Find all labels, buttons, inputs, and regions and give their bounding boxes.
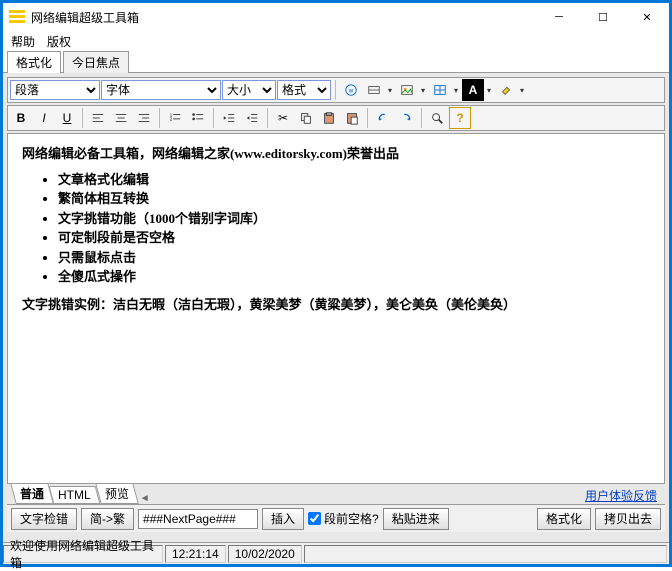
- bottom-toolbar: 文字检错 简->繁 插入 段前空格? 粘贴进来 格式化 拷贝出去: [7, 504, 665, 532]
- menu-copyright[interactable]: 版权: [47, 33, 71, 50]
- menubar: 帮助 版权: [3, 31, 669, 51]
- formatize-button[interactable]: 格式化: [537, 508, 591, 530]
- subtab-scroll-left-icon[interactable]: ◄: [140, 493, 150, 504]
- tab-today[interactable]: 今日焦点: [63, 51, 129, 73]
- copy-icon[interactable]: [295, 107, 317, 129]
- status-date: 10/02/2020: [228, 545, 302, 563]
- paste-icon[interactable]: [318, 107, 340, 129]
- svg-text:w: w: [348, 88, 354, 95]
- list-item: 全傻瓜式操作: [58, 267, 650, 287]
- paste-special-icon[interactable]: [341, 107, 363, 129]
- editor-area[interactable]: 网络编辑必备工具箱，网络编辑之家(www.editorsky.com)荣誉出品 …: [7, 133, 665, 484]
- align-right-icon[interactable]: [133, 107, 155, 129]
- list-item: 只需鼠标点击: [58, 248, 650, 268]
- list-item: 文字挑错功能（1000个错别字词库）: [58, 209, 650, 229]
- pastein-button[interactable]: 粘贴进来: [383, 508, 449, 530]
- list-item: 可定制段前是否空格: [58, 228, 650, 248]
- maximize-button[interactable]: ☐: [581, 3, 625, 31]
- indent-icon[interactable]: [241, 107, 263, 129]
- toolbar-row-2: B I U 12 ✂ ?: [7, 105, 665, 131]
- minimize-button[interactable]: ─: [537, 3, 581, 31]
- bg-color-icon[interactable]: [495, 79, 517, 101]
- feedback-link[interactable]: 用户体验反馈: [585, 487, 665, 504]
- titlebar: 网络编辑超级工具箱 ─ ☐ ✕: [3, 3, 669, 31]
- help-icon[interactable]: ?: [449, 107, 471, 129]
- statusbar: 欢迎使用网络编辑超级工具箱 12:21:14 10/02/2020: [3, 542, 669, 564]
- close-button[interactable]: ✕: [625, 3, 669, 31]
- status-empty: [304, 545, 667, 563]
- form-icon[interactable]: [363, 79, 385, 101]
- toolbar-row-1: 段落 字体 大小 格式 w ▾ ▾ ▾ A▾ ▾: [7, 77, 665, 103]
- underline-button[interactable]: U: [56, 107, 78, 129]
- status-message: 欢迎使用网络编辑超级工具箱: [3, 545, 163, 563]
- subtab-html[interactable]: HTML: [49, 486, 100, 504]
- outdent-icon[interactable]: [218, 107, 240, 129]
- nextpage-input[interactable]: [138, 509, 258, 529]
- content-list: 文章格式化编辑繁简体相互转换文字挑错功能（1000个错别字词库）可定制段前是否空…: [58, 170, 650, 287]
- unordered-list-icon[interactable]: [187, 107, 209, 129]
- subtab-preview[interactable]: 预览: [95, 483, 139, 504]
- prespace-checkbox[interactable]: 段前空格?: [308, 510, 379, 527]
- redo-icon[interactable]: [395, 107, 417, 129]
- insert-button[interactable]: 插入: [262, 508, 304, 530]
- undo-icon[interactable]: [372, 107, 394, 129]
- content-example: 文字挑错实例：洁白无暇（洁白无瑕），黄梁美梦（黄粱美梦），美仑美奂（美伦美奂）: [22, 297, 516, 312]
- size-select[interactable]: 大小: [222, 80, 276, 100]
- window-title: 网络编辑超级工具箱: [31, 9, 139, 26]
- app-icon: [9, 10, 25, 24]
- list-item: 繁简体相互转换: [58, 189, 650, 209]
- copyout-button[interactable]: 拷贝出去: [595, 508, 661, 530]
- image-icon[interactable]: [396, 79, 418, 101]
- tab-format[interactable]: 格式化: [7, 51, 61, 73]
- proofread-button[interactable]: 文字检错: [11, 508, 77, 530]
- content-heading: 网络编辑必备工具箱，网络编辑之家(www.editorsky.com)荣誉出品: [22, 146, 399, 161]
- menu-help[interactable]: 帮助: [11, 33, 35, 50]
- web-icon[interactable]: w: [340, 79, 362, 101]
- ordered-list-icon[interactable]: 12: [164, 107, 186, 129]
- svg-text:2: 2: [170, 117, 173, 122]
- font-select[interactable]: 字体: [101, 80, 221, 100]
- main-tabs: 格式化 今日焦点: [3, 51, 669, 73]
- table-icon[interactable]: [429, 79, 451, 101]
- sub-tabs: 普通 HTML 预览 ◄ 用户体验反馈: [7, 484, 665, 504]
- paragraph-select[interactable]: 段落: [10, 80, 100, 100]
- subtab-normal[interactable]: 普通: [10, 483, 54, 504]
- list-item: 文章格式化编辑: [58, 170, 650, 190]
- style-select[interactable]: 格式: [277, 80, 331, 100]
- font-color-icon[interactable]: A: [462, 79, 484, 101]
- app-window: 网络编辑超级工具箱 ─ ☐ ✕ 帮助 版权 格式化 今日焦点 段落 字体 大小 …: [0, 0, 672, 567]
- find-icon[interactable]: [426, 107, 448, 129]
- italic-button[interactable]: I: [33, 107, 55, 129]
- bold-button[interactable]: B: [10, 107, 32, 129]
- status-time: 12:21:14: [165, 545, 226, 563]
- align-left-icon[interactable]: [87, 107, 109, 129]
- cut-icon[interactable]: ✂: [272, 107, 294, 129]
- align-center-icon[interactable]: [110, 107, 132, 129]
- s2t-button[interactable]: 简->繁: [81, 508, 134, 530]
